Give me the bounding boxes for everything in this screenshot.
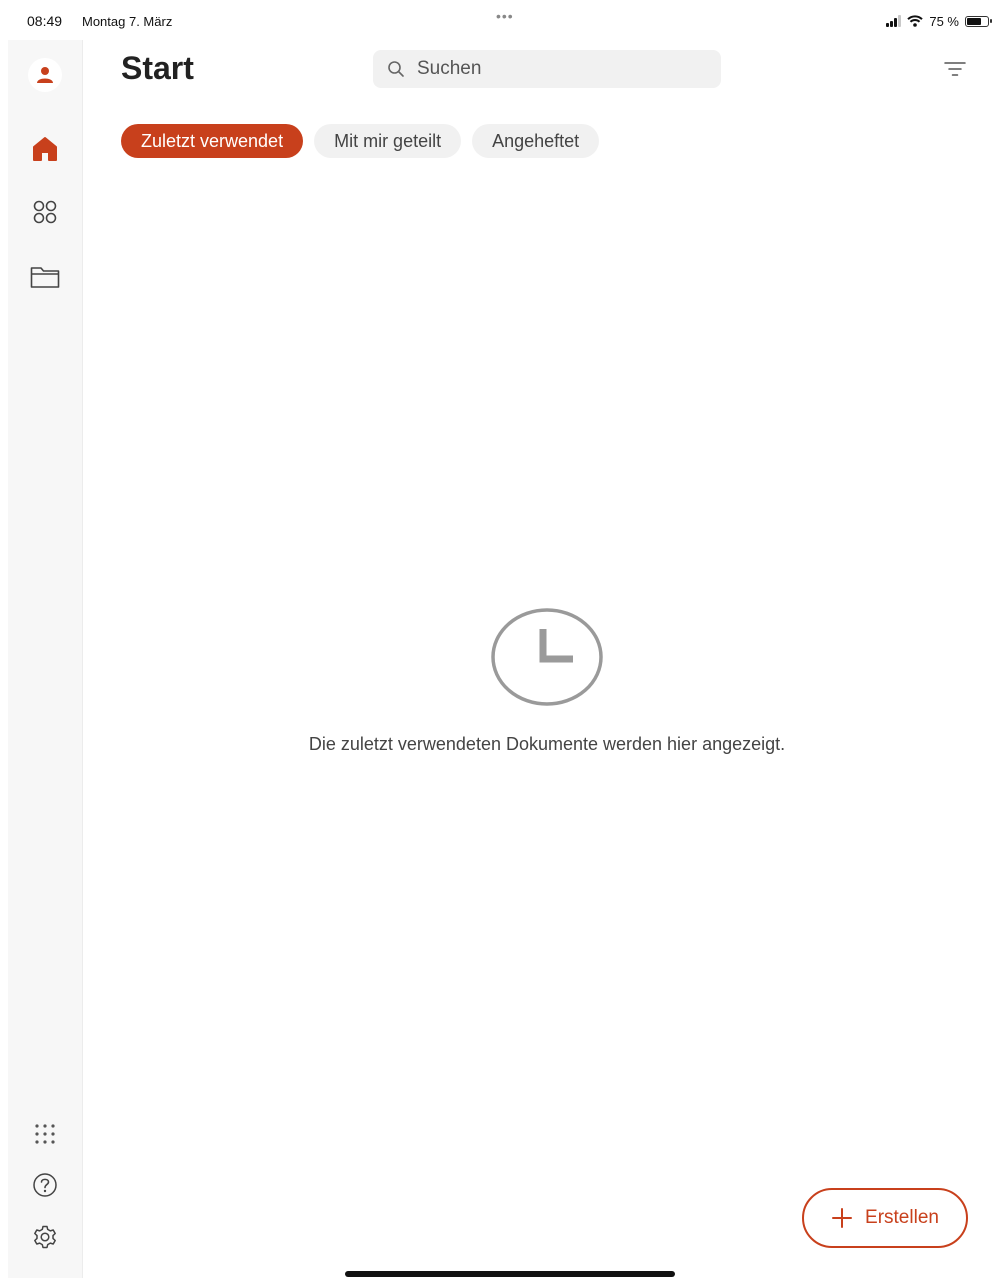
plus-icon — [832, 1208, 853, 1228]
avatar — [28, 58, 62, 92]
document-tabs: Zuletzt verwendet Mit mir geteilt Angehe… — [121, 124, 600, 158]
help-icon — [33, 1173, 57, 1197]
create-button-label: Erstellen — [865, 1207, 939, 1228]
empty-state-message: Die zuletzt verwendeten Dokumente werden… — [308, 734, 786, 754]
status-indicators: 75 % — [886, 12, 992, 30]
battery-icon — [965, 15, 992, 27]
dots-grid-icon — [35, 1124, 55, 1144]
sidebar-item-home[interactable] — [27, 131, 63, 167]
page-title: Start — [121, 50, 194, 86]
status-date: Montag 7. März — [82, 14, 173, 29]
search-icon — [388, 61, 404, 77]
sidebar-item-apps[interactable] — [27, 194, 63, 230]
filter-icon — [944, 62, 966, 76]
clock-icon — [491, 608, 603, 706]
create-button[interactable]: Erstellen — [802, 1188, 968, 1248]
sidebar-item-settings[interactable] — [27, 1219, 63, 1255]
sidebar-item-more-apps[interactable] — [27, 1116, 63, 1152]
sidebar-item-help[interactable] — [27, 1167, 63, 1203]
signal-icon — [886, 15, 902, 27]
search-box[interactable] — [373, 50, 721, 88]
person-icon — [37, 67, 53, 83]
status-time: 08:49 — [27, 13, 63, 29]
multitasking-dots[interactable]: ••• — [496, 8, 514, 24]
apps-grid-icon — [33, 200, 57, 224]
status-bar: 08:49 Montag 7. März ••• 75 % — [0, 0, 995, 40]
app-screen: 08:49 Montag 7. März ••• 75 % Start Such… — [0, 0, 995, 1278]
wifi-icon — [907, 15, 924, 27]
tab-recent[interactable]: Zuletzt verwendet — [121, 124, 304, 158]
tab-pinned[interactable]: Angeheftet — [472, 124, 600, 158]
home-indicator[interactable] — [345, 1271, 675, 1277]
sidebar-item-files[interactable] — [27, 259, 63, 295]
sidebar — [8, 40, 83, 1278]
gear-icon — [34, 1225, 56, 1249]
home-icon — [33, 137, 57, 161]
filter-button[interactable] — [940, 56, 970, 82]
tab-shared-with-me[interactable]: Mit mir geteilt — [314, 124, 462, 158]
battery-percent: 75 % — [929, 13, 959, 29]
folder-icon — [30, 267, 60, 288]
sidebar-item-profile[interactable] — [27, 57, 63, 93]
search-input[interactable] — [415, 57, 699, 81]
